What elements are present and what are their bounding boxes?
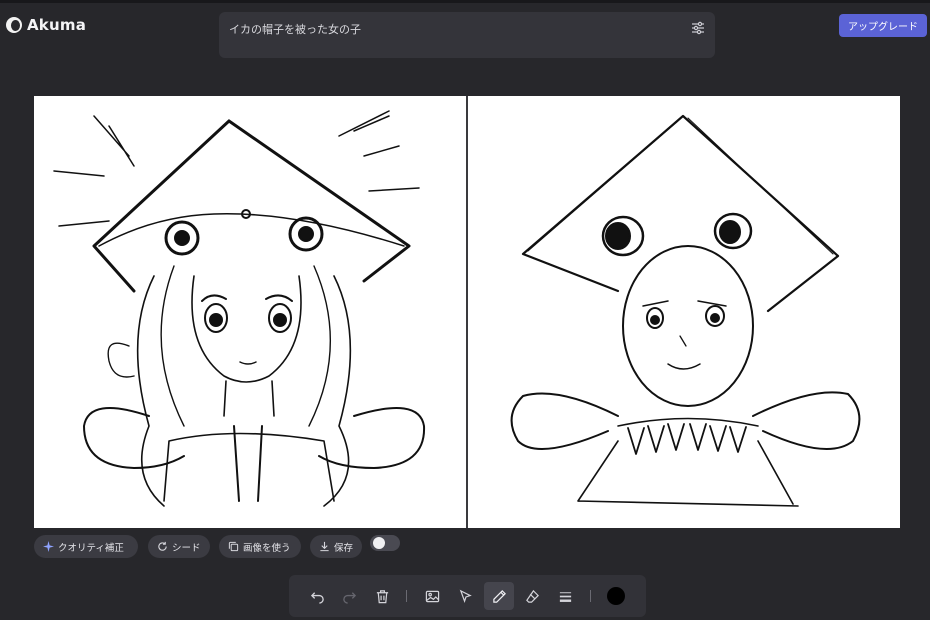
use-image-label: 画像を使う [243, 542, 291, 554]
delete-button[interactable] [367, 582, 397, 610]
generated-sketch-image [53, 110, 426, 507]
seed-label: シード [172, 542, 201, 554]
sliders-icon[interactable] [690, 20, 706, 36]
select-button[interactable] [450, 582, 480, 610]
cursor-icon [459, 589, 472, 603]
top-border [0, 0, 930, 3]
app-logo[interactable]: Akuma [6, 16, 86, 34]
line-weight-icon [559, 591, 571, 602]
toolbar-separator [406, 590, 407, 602]
save-button[interactable]: 保存 [310, 535, 362, 558]
toolbar-separator [590, 590, 591, 602]
akuma-logo-icon [6, 17, 22, 33]
prompt-input[interactable]: イカの帽子を被った女の子 [219, 12, 715, 58]
prompt-text[interactable]: イカの帽子を被った女の子 [229, 21, 361, 37]
upgrade-button[interactable]: アップグレード [839, 14, 927, 37]
pencil-icon [492, 589, 506, 603]
image-button[interactable] [417, 582, 447, 610]
line-weight-button[interactable] [550, 582, 580, 610]
refresh-icon [158, 541, 167, 551]
drawing-toolbar [289, 575, 646, 617]
quality-correction-label: クオリティ補正 [58, 542, 124, 554]
seed-button[interactable]: シード [148, 535, 210, 558]
redo-icon [342, 591, 356, 604]
use-image-button[interactable]: 画像を使う [219, 535, 301, 558]
image-icon [425, 590, 439, 602]
quality-correction-button[interactable]: クオリティ補正 [34, 535, 138, 558]
copy-icon [228, 541, 239, 552]
undo-icon [310, 591, 324, 604]
redo-button[interactable] [334, 582, 364, 610]
brush-color-swatch[interactable] [607, 587, 625, 605]
drawing-canvas[interactable] [468, 96, 900, 528]
user-sketch-drawing [510, 114, 861, 507]
eraser-button[interactable] [517, 582, 547, 610]
undo-button[interactable] [302, 582, 332, 610]
trash-icon [376, 589, 388, 603]
toggle-knob [373, 537, 385, 549]
eraser-icon [525, 589, 539, 603]
option-toggle[interactable] [370, 535, 400, 551]
generated-image-canvas [34, 96, 466, 528]
download-icon [320, 541, 329, 552]
sparkle-icon [43, 541, 54, 552]
app-name: Akuma [27, 16, 87, 34]
pencil-button[interactable] [484, 582, 514, 610]
save-label: 保存 [334, 542, 354, 554]
